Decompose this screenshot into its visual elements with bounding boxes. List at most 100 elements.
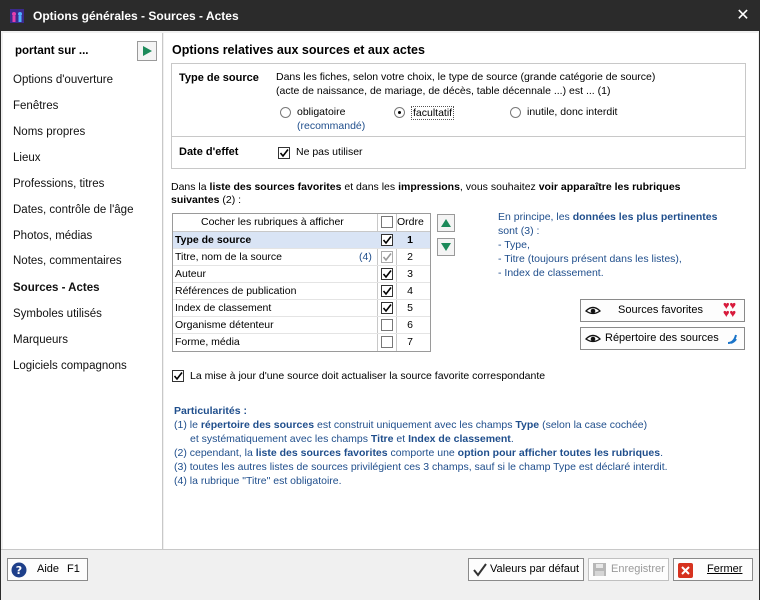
sidebar-item-symboles[interactable]: Symboles utilisés: [13, 308, 102, 320]
row-label: Auteur: [175, 268, 206, 280]
save-label: Enregistrer: [611, 563, 665, 575]
row-order: 3: [407, 268, 413, 280]
table-header: Cocher les rubriques à afficher Ordre: [173, 214, 430, 232]
row-label: Titre, nom de la source: [175, 251, 282, 263]
update-favorite-label: La mise à jour d'une source doit actuali…: [190, 370, 546, 382]
sidebar-item-fenetres[interactable]: Fenêtres: [13, 100, 58, 112]
note-part: (4) la rubrique "Titre" est obligatoire.: [174, 475, 342, 487]
check-icon: [173, 372, 183, 381]
note-part: (selon la case cochée): [539, 419, 648, 431]
intro-part: Dans la: [171, 181, 210, 193]
radio-facultatif[interactable]: [394, 107, 405, 118]
repertoire-sources-button[interactable]: Répertoire des sources: [580, 327, 745, 350]
note-part: et: [393, 433, 409, 445]
eye-icon: [585, 306, 601, 315]
intro-part: liste des sources favorites: [209, 181, 342, 193]
close-label: Fermer: [707, 563, 743, 575]
footer: ? Aide F1 Valeurs par défaut Enregistrer…: [1, 549, 759, 600]
save-icon: [593, 563, 606, 576]
sidebar-item-notes[interactable]: Notes, commentaires: [13, 255, 122, 267]
checkmark-icon: [473, 563, 487, 577]
ne-pas-utiliser-checkbox[interactable]: [278, 147, 290, 159]
row-order: 6: [407, 319, 413, 331]
note-part: liste des sources favorites: [255, 447, 388, 459]
notes-block: Particularités : (1) le répertoire des s…: [174, 404, 668, 488]
defaults-button[interactable]: Valeurs par défaut: [468, 558, 584, 581]
row-note: (4): [359, 251, 372, 263]
note-part: répertoire des sources: [200, 419, 315, 431]
row-checkbox[interactable]: [381, 302, 393, 314]
sidebar-item-noms-propres[interactable]: Noms propres: [13, 126, 85, 138]
check-icon: [382, 287, 392, 296]
hint-text: En principe, les données les plus pertin…: [498, 210, 748, 280]
sidebar-item-sources[interactable]: Sources - Actes: [13, 282, 100, 294]
close-x-icon: [678, 563, 693, 578]
check-icon: [382, 253, 392, 262]
hint-part: sont (3) :: [498, 225, 540, 237]
type-source-desc-1: Dans les fiches, selon votre choix, le t…: [276, 71, 656, 83]
select-all-checkbox[interactable]: [381, 216, 393, 228]
move-up-button[interactable]: [437, 214, 455, 232]
play-button[interactable]: [137, 41, 157, 61]
radio-obligatoire[interactable]: [280, 107, 291, 118]
row-checkbox[interactable]: [381, 234, 393, 246]
help-button[interactable]: ? Aide F1: [7, 558, 88, 581]
note-part: (3) toutes les autres listes de sources …: [174, 461, 668, 473]
intro-part: impressions: [398, 181, 460, 193]
hint-part: données les plus pertinentes: [572, 211, 718, 223]
row-checkbox[interactable]: [381, 336, 393, 348]
table-row[interactable]: Forme, média 7: [173, 334, 430, 350]
column-header-label: Cocher les rubriques à afficher: [201, 216, 344, 228]
table-row[interactable]: Organisme détenteur 6: [173, 317, 430, 334]
row-checkbox[interactable]: [381, 319, 393, 331]
radio-obligatoire-label: obligatoire: [297, 106, 346, 118]
sidebar-item-dates[interactable]: Dates, contrôle de l'âge: [13, 204, 133, 216]
row-label: Forme, média: [175, 336, 240, 348]
check-icon: [382, 270, 392, 279]
sidebar-item-lieux[interactable]: Lieux: [13, 152, 41, 164]
notes-title: Particularités :: [174, 405, 247, 417]
close-icon[interactable]: ✕: [727, 1, 759, 31]
update-favorite-checkbox[interactable]: [172, 370, 184, 382]
play-icon: [143, 46, 152, 56]
sidebar: portant sur ... Options d'ouverture Fenê…: [3, 33, 163, 549]
table-row[interactable]: Références de publication 4: [173, 283, 430, 300]
hearts-icon: ♥♥ ♥♥: [723, 300, 737, 320]
radio-obligatoire-note: (recommandé): [297, 120, 366, 132]
eye-icon: [585, 334, 601, 343]
title-bar: Options générales - Sources - Actes ✕: [1, 1, 759, 31]
sources-favorites-label: Sources favorites: [618, 304, 703, 316]
sidebar-item-options-ouverture[interactable]: Options d'ouverture: [13, 74, 113, 86]
signal-icon: [727, 334, 737, 344]
repertoire-sources-label: Répertoire des sources: [605, 332, 719, 344]
sidebar-item-professions[interactable]: Professions, titres: [13, 178, 104, 190]
table-row[interactable]: Type de source 1: [173, 232, 430, 249]
note-part: .: [660, 447, 664, 459]
table-row[interactable]: Index de classement 5: [173, 300, 430, 317]
intro-part: suivantes: [171, 194, 220, 206]
row-label: Organisme détenteur: [175, 319, 274, 331]
row-checkbox[interactable]: [381, 285, 393, 297]
intro-part: voir apparaître les rubriques: [538, 181, 681, 193]
row-checkbox[interactable]: [381, 268, 393, 280]
close-button[interactable]: Fermer: [673, 558, 753, 581]
move-down-button[interactable]: [437, 238, 455, 256]
type-source-box: Type de source Dans les fiches, selon vo…: [171, 63, 746, 169]
note-part: Index de classement: [408, 433, 511, 445]
note-part: .: [510, 433, 514, 445]
type-source-label: Type de source: [179, 72, 259, 84]
save-button[interactable]: Enregistrer: [588, 558, 669, 581]
sidebar-item-logiciels[interactable]: Logiciels compagnons: [13, 360, 127, 372]
sidebar-item-photos[interactable]: Photos, médias: [13, 230, 92, 242]
sources-favorites-button[interactable]: Sources favorites ♥♥ ♥♥: [580, 299, 745, 322]
help-shortcut: F1: [67, 563, 80, 575]
row-label: Type de source: [175, 234, 252, 246]
hint-part: En principe, les: [498, 211, 573, 223]
sidebar-item-marqueurs[interactable]: Marqueurs: [13, 334, 68, 346]
table-row[interactable]: Auteur 3: [173, 266, 430, 283]
table-row[interactable]: Titre, nom de la source (4) 2: [173, 249, 430, 266]
rubriques-table: Cocher les rubriques à afficher Ordre Ty…: [172, 213, 431, 352]
row-label: Références de publication: [175, 285, 297, 297]
main-panel: Options relatives aux sources et aux act…: [164, 33, 758, 549]
radio-interdit[interactable]: [510, 107, 521, 118]
